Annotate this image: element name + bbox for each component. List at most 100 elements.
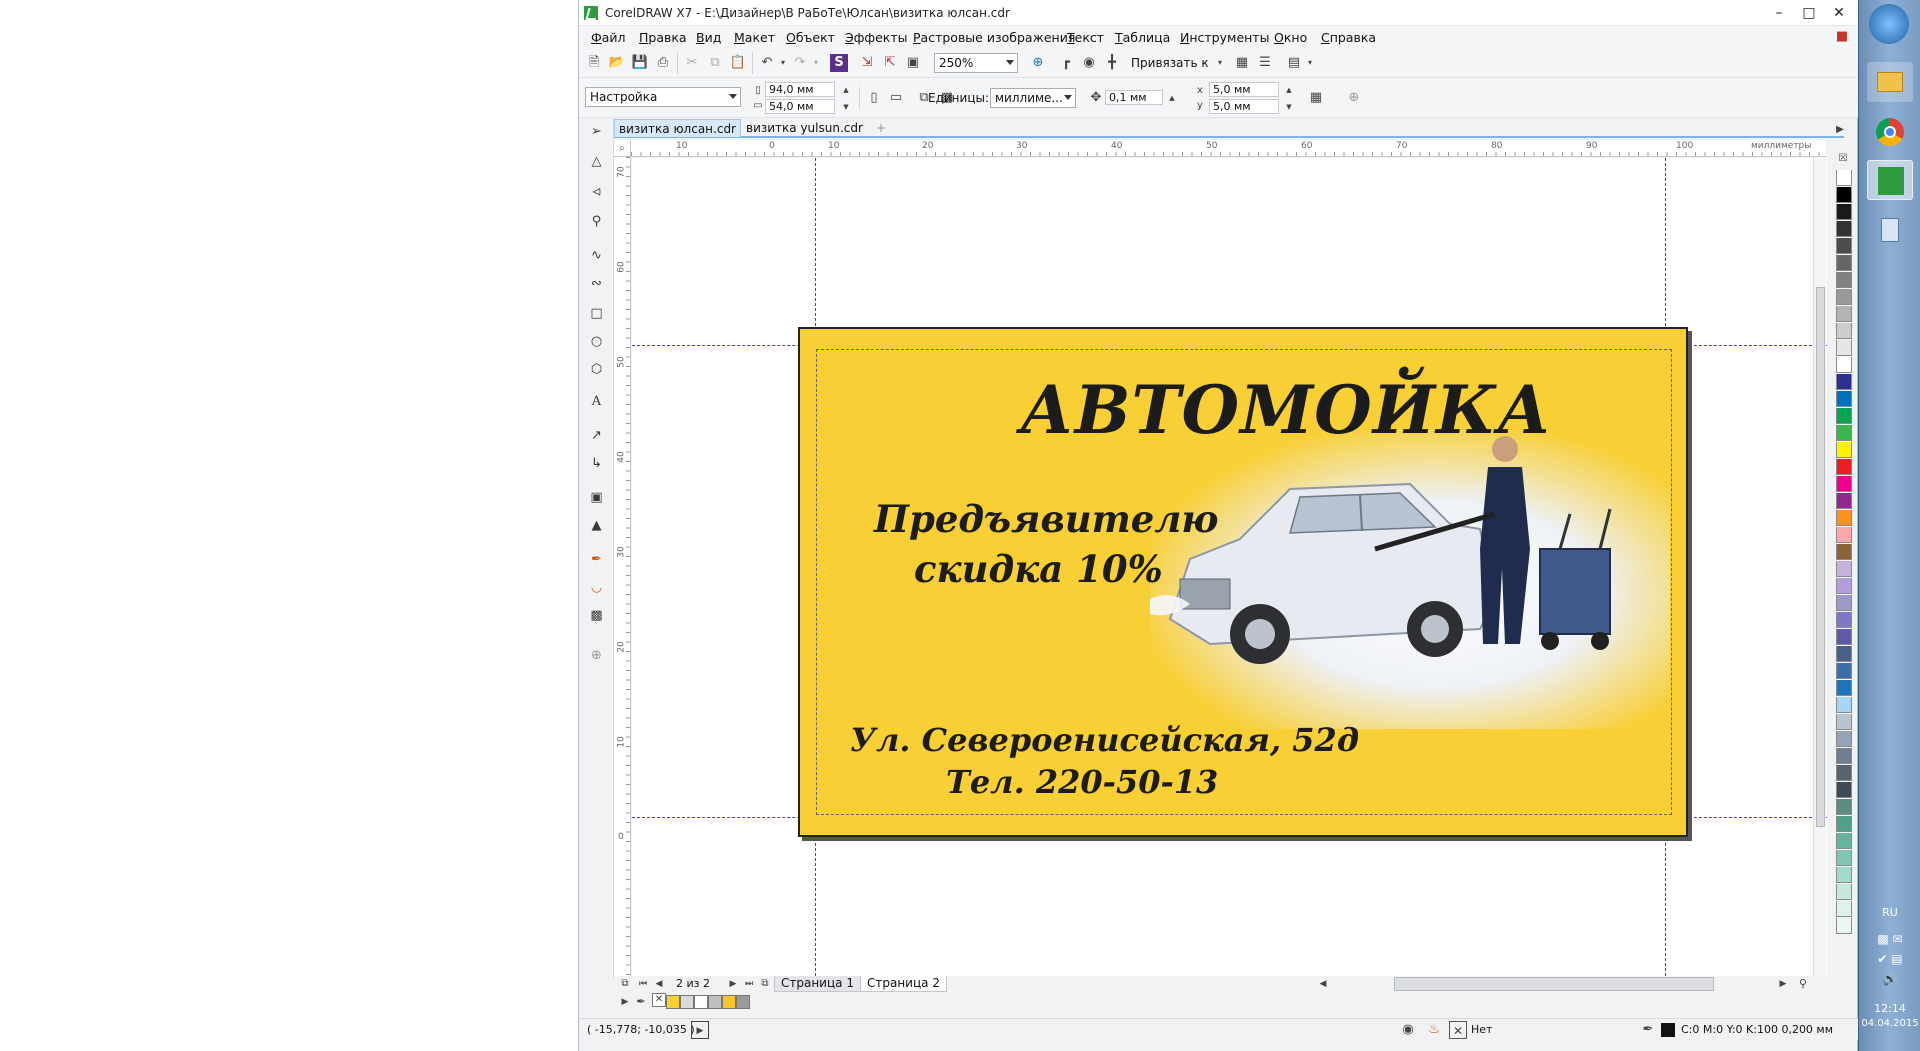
dimension-tool-icon[interactable]: ↗ (587, 426, 606, 445)
doc-swatch-white[interactable] (694, 995, 708, 1009)
palette-swatch[interactable] (1836, 850, 1852, 866)
new-document-icon[interactable]: 🗎 (585, 54, 603, 72)
launcher-dropdown-icon[interactable]: ▾ (1301, 54, 1319, 72)
paste-icon[interactable]: 📋 (729, 54, 747, 72)
doc-swatch-gray[interactable] (680, 995, 694, 1009)
palette-swatch[interactable] (1836, 748, 1852, 764)
ruler-origin-icon[interactable]: ⌕ (614, 140, 631, 157)
language-indicator[interactable]: RU (1859, 906, 1920, 919)
show-rulers-icon[interactable]: ┏ (1057, 54, 1075, 72)
drawing-canvas[interactable]: АВТОМОЙКА Предъявителю скидка 10% Ул. Се… (632, 158, 1827, 976)
text-tool-icon[interactable]: A (587, 392, 606, 411)
menu-text[interactable]: Текст (1067, 30, 1104, 45)
tray-network-icon[interactable]: ▩ ✉ (1859, 932, 1920, 946)
palette-swatch[interactable] (1836, 459, 1852, 475)
palette-swatch[interactable] (1836, 204, 1852, 220)
redo-dropdown-icon[interactable]: ▾ (807, 54, 825, 72)
drop-shadow-tool-icon[interactable]: ▣ (587, 488, 606, 507)
close-button[interactable]: ✕ (1824, 0, 1854, 26)
calculator-taskbar-icon[interactable] (1867, 210, 1913, 250)
doc-swatch-gold[interactable] (722, 995, 736, 1009)
width-spinner-icon[interactable]: ▲ (837, 81, 855, 99)
height-spinner-icon[interactable]: ▼ (837, 98, 855, 116)
dup-y-spinner-icon[interactable]: ▼ (1280, 98, 1298, 116)
tab-scroll-right-icon[interactable]: ▶ (1831, 121, 1849, 139)
business-card[interactable]: АВТОМОЙКА Предъявителю скидка 10% Ул. Се… (798, 327, 1688, 837)
pick-tool-icon[interactable]: ➢ (587, 122, 606, 141)
doc-swatch-none[interactable]: ✕ (652, 993, 666, 1007)
palette-swatch[interactable] (1836, 442, 1852, 458)
color-proof-icon[interactable]: ◉ (1399, 1021, 1417, 1039)
smart-fill-icon[interactable]: ▩ (587, 606, 606, 625)
interactive-fill-icon[interactable]: ◡ (587, 578, 606, 597)
polygon-tool-icon[interactable]: ⬡ (587, 360, 606, 379)
palette-swatch[interactable] (1836, 646, 1852, 662)
snap-dropdown-icon[interactable]: ▾ (1211, 54, 1229, 72)
palette-swatch[interactable] (1836, 238, 1852, 254)
connector-tool-icon[interactable]: ↳ (587, 454, 606, 473)
tab-page-1[interactable]: Страница 1 (774, 976, 861, 992)
eyedropper-tool-icon[interactable]: ✒ (587, 550, 606, 569)
card-offer-line-2[interactable]: скидка 10% (914, 547, 1163, 591)
page-height-field[interactable]: 54,0 мм (765, 99, 835, 114)
show-guidelines-icon[interactable]: ╋ (1103, 54, 1121, 72)
clock-date[interactable]: 04.04.2015 (1859, 1018, 1920, 1029)
menu-tools[interactable]: Инструменты (1180, 30, 1269, 45)
palette-swatch[interactable] (1836, 765, 1852, 781)
palette-swatch[interactable] (1836, 544, 1852, 560)
tab-document-yulsan-ru[interactable]: визитка юлсан.cdr (614, 119, 741, 137)
chrome-taskbar-icon[interactable] (1867, 112, 1913, 152)
palette-swatch[interactable] (1836, 884, 1852, 900)
zoom-level-combo[interactable]: 250% (934, 53, 1018, 73)
menu-file[interactable]: Файл (591, 30, 626, 45)
transparency-tool-icon[interactable]: ▲ (587, 516, 606, 535)
palette-swatch[interactable] (1836, 272, 1852, 288)
palette-swatch[interactable] (1836, 612, 1852, 628)
palette-swatch[interactable] (1836, 816, 1852, 832)
card-address[interactable]: Ул. Североенисейская, 52д (850, 721, 1359, 759)
user-icon[interactable]: ■ (1833, 28, 1851, 46)
fill-bucket-icon[interactable]: ♨ (1425, 1021, 1443, 1039)
palette-swatch[interactable] (1836, 782, 1852, 798)
scrollbar-thumb[interactable] (1816, 287, 1825, 827)
undo-dropdown-icon[interactable]: ▾ (774, 54, 792, 72)
doc-swatch-dark-gray[interactable] (736, 995, 750, 1009)
card-phone[interactable]: Тел. 220-50-13 (946, 763, 1218, 801)
palette-swatch[interactable] (1836, 799, 1852, 815)
print-icon[interactable]: ⎙ (654, 54, 672, 72)
palette-no-color-icon[interactable]: ☒ (1834, 150, 1852, 168)
menu-effects[interactable]: Эффекты (845, 30, 908, 45)
palette-swatch[interactable] (1836, 697, 1852, 713)
vertical-ruler[interactable]: 70 60 50 40 30 20 10 0 (614, 157, 631, 977)
add-page-before-icon[interactable]: ⧉ (616, 975, 634, 993)
scroll-right-icon[interactable]: ▶ (1774, 975, 1792, 993)
ellipse-tool-icon[interactable]: ○ (587, 332, 606, 351)
snap-to-label[interactable]: Привязать к (1131, 56, 1209, 70)
menu-bitmaps[interactable]: Растровые изображения (913, 30, 1075, 45)
palette-swatch[interactable] (1836, 867, 1852, 883)
palette-swatch[interactable] (1836, 731, 1852, 747)
palette-swatch[interactable] (1836, 714, 1852, 730)
tab-page-2[interactable]: Страница 2 (860, 976, 947, 992)
dup-x-spinner-icon[interactable]: ▲ (1280, 81, 1298, 99)
add-tool-icon[interactable]: ⊕ (587, 646, 606, 665)
palette-swatch[interactable] (1836, 901, 1852, 917)
horizontal-ruler[interactable]: 10 0 10 20 30 40 50 60 70 80 90 100 милл… (631, 140, 1826, 157)
start-button[interactable] (1869, 4, 1909, 44)
coreldraw-taskbar-icon[interactable] (1867, 160, 1913, 200)
treat-as-filled-icon[interactable]: ▦ (1307, 89, 1325, 107)
palette-swatch[interactable] (1836, 680, 1852, 696)
palette-swatch[interactable] (1836, 663, 1852, 679)
doc-swatch-light-gray[interactable] (708, 995, 722, 1009)
horizontal-scrollbar[interactable] (1394, 977, 1714, 991)
palette-swatch[interactable] (1836, 629, 1852, 645)
menu-view[interactable]: Вид (696, 30, 721, 45)
artistic-media-icon[interactable]: ∾ (587, 274, 606, 293)
palette-swatch[interactable] (1836, 425, 1852, 441)
full-screen-preview-icon[interactable]: ⊕ (1029, 54, 1047, 72)
palette-swatch[interactable] (1836, 408, 1852, 424)
palette-swatch[interactable] (1836, 595, 1852, 611)
menu-table[interactable]: Таблица (1115, 30, 1170, 45)
palette-swatch[interactable] (1836, 289, 1852, 305)
save-icon[interactable]: 💾 (631, 54, 649, 72)
